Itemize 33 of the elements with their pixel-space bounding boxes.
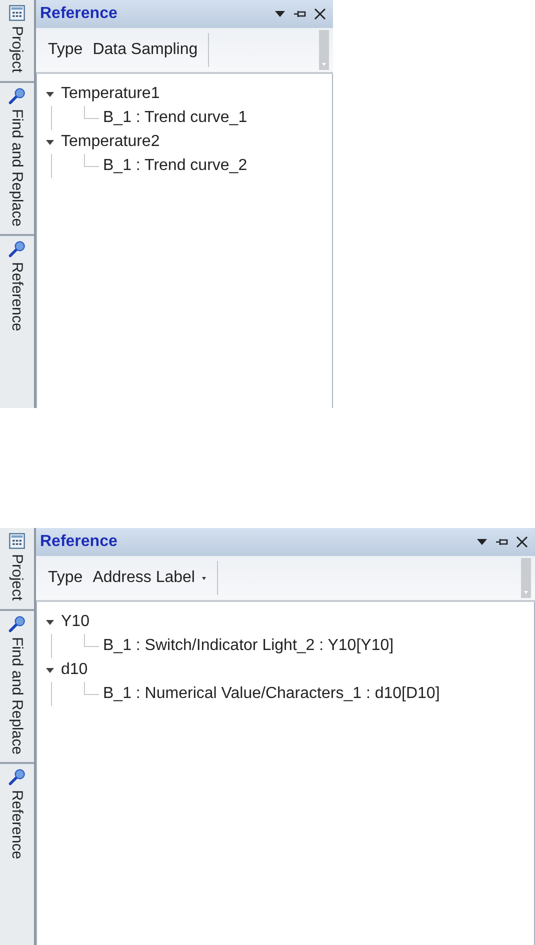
project-icon: [8, 532, 26, 550]
expand-arrow-icon[interactable]: [45, 665, 55, 675]
project-icon: [8, 4, 26, 22]
panel-title: Reference: [40, 5, 118, 23]
dropdown-arrow-icon[interactable]: [200, 575, 207, 581]
side-tab[interactable]: Reference: [0, 764, 34, 945]
magnifier-icon: [8, 768, 26, 786]
expand-arrow-icon[interactable]: [45, 137, 55, 147]
type-dropdown[interactable]: Address Label: [92, 569, 195, 587]
type-label: Type: [48, 41, 83, 59]
side-tab[interactable]: Project: [0, 0, 34, 83]
tree-node[interactable]: Temperature1: [61, 85, 160, 103]
expand-arrow-icon[interactable]: [45, 617, 55, 627]
side-tab[interactable]: Find and Replace: [0, 610, 34, 764]
magnifier-icon: [8, 240, 26, 258]
side-tab[interactable]: Find and Replace: [0, 82, 34, 236]
magnifier-icon: [8, 614, 26, 633]
panel-title: Reference: [40, 533, 118, 551]
tree-node[interactable]: Y10: [61, 613, 90, 631]
tree-node[interactable]: B_1 : Trend curve_2: [103, 157, 248, 175]
side-tab[interactable]: Project: [0, 528, 34, 611]
type-dropdown[interactable]: Data Sampling: [92, 41, 198, 59]
tree-node[interactable]: d10: [61, 661, 88, 679]
close-icon[interactable]: [515, 535, 529, 549]
type-label: Type: [48, 569, 83, 587]
tree-node[interactable]: Temperature2: [61, 133, 160, 151]
tree-node[interactable]: B_1 : Trend curve_1: [103, 109, 248, 127]
close-icon[interactable]: [313, 7, 327, 21]
tree-node[interactable]: B_1 : Numerical Value/Characters_1 : d10[D10]: [103, 685, 440, 703]
tree-node[interactable]: B_1 : Switch/Indicator Light_2 : Y10[Y10]: [103, 637, 394, 655]
side-tab[interactable]: Reference: [0, 236, 34, 408]
expand-arrow-icon[interactable]: [45, 89, 55, 99]
magnifier-icon: [8, 86, 26, 105]
